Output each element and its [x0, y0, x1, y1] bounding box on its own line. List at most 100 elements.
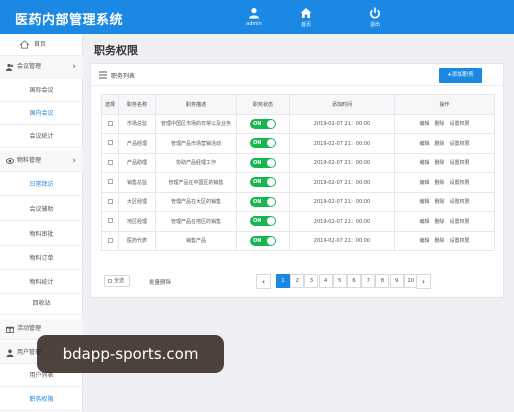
set-permissions-link[interactable]: 设置权限: [450, 198, 470, 205]
edit-link[interactable]: 编辑: [419, 120, 429, 127]
position-description: 管理产品在大区的销售: [155, 191, 237, 212]
delete-link[interactable]: 删除: [434, 179, 444, 186]
chevron-right-icon: ›: [72, 62, 76, 72]
people-icon: [6, 63, 14, 71]
sidebar-item-home[interactable]: 首页: [0, 34, 83, 56]
row-checkbox[interactable]: [107, 237, 113, 243]
sidebar-item-label: 物料统计: [29, 279, 54, 286]
sidebar-item-intl-meeting[interactable]: 国际会议: [0, 80, 83, 102]
page-button[interactable]: 1: [276, 274, 290, 288]
set-permissions-link[interactable]: 设置权限: [450, 179, 470, 186]
status-toggle[interactable]: ON: [250, 118, 276, 129]
status-toggle[interactable]: ON: [250, 138, 276, 149]
status-cell: ON: [236, 230, 290, 251]
page-button[interactable]: 3: [304, 274, 319, 288]
position-description: 管理产品在地区的销售: [155, 211, 237, 232]
home-nav-button[interactable]: 首页: [288, 7, 324, 28]
edit-link[interactable]: 编辑: [419, 140, 429, 147]
prev-page-button[interactable]: ‹: [256, 274, 271, 289]
status-toggle[interactable]: ON: [250, 196, 276, 207]
admin-nav-button[interactable]: admin: [236, 7, 272, 27]
status-toggle[interactable]: ON: [250, 216, 276, 227]
delete-link[interactable]: 删除: [434, 218, 444, 225]
edit-link[interactable]: 编辑: [419, 237, 429, 244]
added-time: 2019-02-07 21：00:00: [289, 211, 395, 232]
sidebar-item-label: 日常拜访: [29, 181, 54, 188]
position-description: 管理产品市场营销活动: [155, 133, 237, 154]
delete-link[interactable]: 删除: [434, 159, 444, 166]
row-checkbox[interactable]: [107, 120, 113, 126]
row-checkbox[interactable]: [107, 179, 113, 185]
logout-nav-button[interactable]: 退出: [357, 7, 393, 28]
status-toggle[interactable]: ON: [250, 177, 276, 188]
sidebar-item-label: 会议统计: [29, 133, 54, 140]
status-label: ON: [253, 140, 262, 147]
page-title: 职务权限: [94, 44, 138, 57]
set-permissions-link[interactable]: 设置权限: [450, 237, 470, 244]
sidebar-item-material-order[interactable]: 物料订单: [0, 248, 83, 270]
set-permissions-link[interactable]: 设置权限: [450, 218, 470, 225]
sidebar-item-meeting-stats[interactable]: 会议统计: [0, 126, 83, 148]
page-button[interactable]: 5: [332, 274, 347, 288]
set-permissions-link[interactable]: 设置权限: [450, 120, 470, 127]
sidebar-item-domestic-meeting[interactable]: 国内会议: [0, 103, 83, 125]
page-button[interactable]: 4: [318, 274, 333, 288]
row-checkbox[interactable]: [107, 218, 113, 224]
sidebar-group-material[interactable]: 物料管理 ›: [0, 150, 83, 172]
row-checkbox[interactable]: [107, 159, 113, 165]
set-permissions-link[interactable]: 设置权限: [450, 140, 470, 147]
edit-link[interactable]: 编辑: [419, 179, 429, 186]
edit-link[interactable]: 编辑: [419, 159, 429, 166]
row-checkbox[interactable]: [107, 140, 113, 146]
position-table: 选择 职务名称 职务描述 职务状态 添加时间 操作 市场总监 管理中国区市场的日常…: [101, 94, 495, 251]
home-label: 首页: [300, 22, 311, 28]
batch-delete-button[interactable]: 批量删除: [149, 278, 171, 286]
page-button[interactable]: 2: [290, 274, 305, 288]
sidebar-item-label: 国际会议: [29, 87, 54, 94]
sidebar-item-label: 首页: [34, 41, 47, 48]
next-page-button[interactable]: ›: [416, 274, 431, 289]
edit-link[interactable]: 编辑: [419, 198, 429, 205]
delete-link[interactable]: 删除: [434, 198, 444, 205]
position-description: 销售产品: [155, 230, 237, 251]
sidebar-group-label: 物料管理: [17, 157, 42, 164]
checkbox-icon: [108, 278, 112, 283]
bottom-strip: [84, 397, 514, 412]
added-time: 2019-02-07 21：00:00: [289, 133, 395, 154]
actions-cell: 编辑 删除 设置权限: [394, 113, 495, 134]
delete-link[interactable]: 删除: [434, 120, 444, 127]
toggle-knob: [267, 119, 275, 128]
sidebar-item-meeting-assist[interactable]: 会议辅助: [0, 199, 83, 221]
sidebar-item-label: 物料审批: [29, 231, 54, 238]
status-toggle[interactable]: ON: [250, 157, 276, 168]
page-button[interactable]: 7: [361, 274, 376, 288]
select-all-checkbox[interactable]: 全选: [104, 275, 130, 287]
status-toggle[interactable]: ON: [250, 235, 276, 246]
sidebar-item-material-stats[interactable]: 物料统计: [0, 272, 83, 294]
delete-link[interactable]: 删除: [434, 237, 444, 244]
set-permissions-link[interactable]: 设置权限: [450, 159, 470, 166]
add-position-button[interactable]: +添加职务: [439, 68, 482, 83]
actions-cell: 编辑 删除 设置权限: [394, 152, 495, 173]
table-row: 产品经理 管理产品市场营销活动 ON 2019-02-07 21：00:00 编辑 删除设…: [101, 133, 495, 154]
column-header: 职务描述: [155, 94, 237, 115]
actions-cell: 编辑 删除 设置权限: [394, 133, 495, 154]
row-checkbox[interactable]: [107, 198, 113, 204]
sidebar-item-position-permissions[interactable]: 职务权限: [0, 389, 83, 411]
page-button[interactable]: 8: [375, 274, 390, 288]
sidebar-item-material-approval[interactable]: 物料审批: [0, 224, 83, 246]
page-button[interactable]: 6: [347, 274, 361, 288]
page-button[interactable]: 9: [389, 274, 404, 288]
status-cell: ON: [236, 152, 290, 173]
delete-link[interactable]: 删除: [434, 140, 444, 147]
sidebar-item-recycle-bin[interactable]: 回收站: [0, 293, 83, 315]
sidebar-item-label: 职务权限: [29, 396, 54, 403]
sidebar-item-label: 会议辅助: [29, 206, 54, 213]
status-cell: ON: [236, 172, 290, 193]
position-name: 销售总监: [118, 172, 156, 193]
list-icon: [99, 71, 107, 79]
edit-link[interactable]: 编辑: [419, 218, 429, 225]
sidebar-item-daily-visit[interactable]: 日常拜访: [0, 174, 83, 196]
sidebar-group-meeting[interactable]: 会议管理 ›: [0, 56, 83, 78]
sidebar-item-label: 用户列表: [29, 372, 54, 379]
